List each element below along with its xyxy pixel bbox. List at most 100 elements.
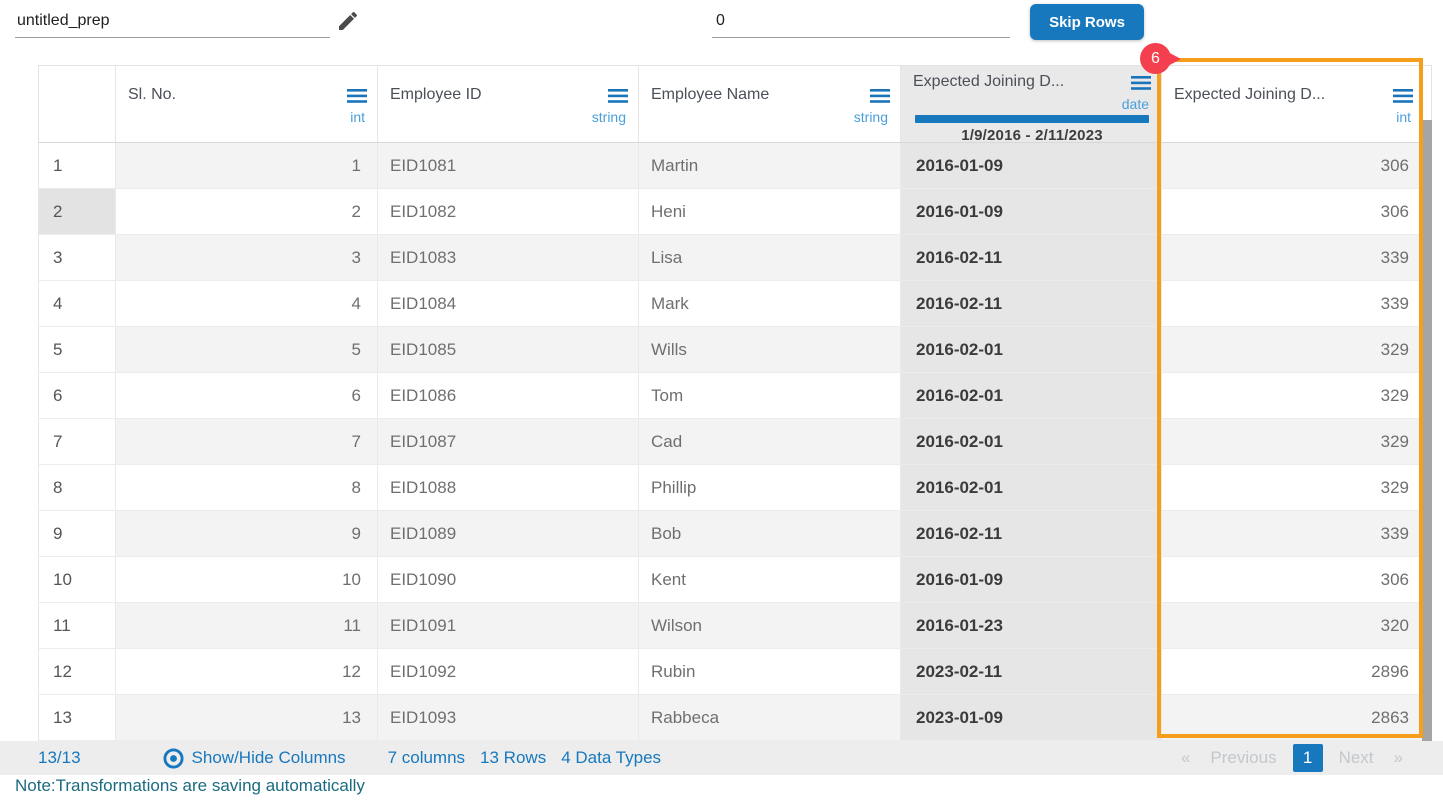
employee-id-cell: EID1092 bbox=[378, 649, 639, 695]
show-hide-columns-label: Show/Hide Columns bbox=[191, 748, 346, 767]
table-row: 4 4 EID1084 Mark 2016-02-11 339 bbox=[39, 281, 1431, 327]
edit-name-pencil-icon[interactable] bbox=[336, 9, 360, 33]
columns-count-link[interactable]: 7 columns bbox=[388, 748, 465, 768]
employee-name-cell: Wills bbox=[639, 327, 901, 373]
table-row: 5 5 EID1085 Wills 2016-02-01 329 bbox=[39, 327, 1431, 373]
column-menu-icon[interactable] bbox=[608, 89, 628, 108]
employee-name-cell: Kent bbox=[639, 557, 901, 603]
column-header-1[interactable]: Employee ID string bbox=[378, 66, 639, 142]
table-row: 7 7 EID1087 Cad 2016-02-01 329 bbox=[39, 419, 1431, 465]
column-type-label: string bbox=[591, 109, 626, 125]
row-number-cell[interactable]: 11 bbox=[39, 603, 116, 649]
joining-date-cell: 2016-02-01 bbox=[901, 419, 1162, 465]
row-number-cell[interactable]: 5 bbox=[39, 327, 116, 373]
column-title: Sl. No. bbox=[128, 86, 177, 103]
employee-id-cell: EID1085 bbox=[378, 327, 639, 373]
row-number-cell[interactable]: 8 bbox=[39, 465, 116, 511]
employee-id-cell: EID1093 bbox=[378, 695, 639, 741]
data-types-count-link[interactable]: 4 Data Types bbox=[561, 748, 661, 768]
pagination-last[interactable]: » bbox=[1394, 748, 1403, 768]
prep-name-input[interactable] bbox=[15, 4, 330, 38]
employee-name-cell: Bob bbox=[639, 511, 901, 557]
row-number-cell[interactable]: 3 bbox=[39, 235, 116, 281]
column-header-2[interactable]: Employee Name string bbox=[639, 66, 901, 142]
skip-rows-input[interactable] bbox=[712, 4, 1010, 38]
column-menu-icon[interactable] bbox=[1393, 89, 1413, 108]
row-number-cell[interactable]: 2 bbox=[39, 189, 116, 235]
column-type-label: int bbox=[350, 109, 365, 125]
vertical-scrollbar[interactable] bbox=[1422, 120, 1432, 741]
column-header-4[interactable]: Expected Joining D... int bbox=[1162, 66, 1423, 142]
column-type-label: string bbox=[853, 109, 888, 125]
employee-id-cell: EID1087 bbox=[378, 419, 639, 465]
scrollbar-thumb[interactable] bbox=[1422, 120, 1432, 741]
row-number-cell[interactable]: 1 bbox=[39, 143, 116, 189]
pagination-current-page[interactable]: 1 bbox=[1292, 744, 1323, 772]
table-row: 10 10 EID1090 Kent 2016-01-09 306 bbox=[39, 557, 1431, 603]
date-range-bar bbox=[915, 115, 1149, 123]
show-hide-columns-link[interactable]: Show/Hide Columns bbox=[163, 747, 346, 769]
sl-no-cell: 10 bbox=[116, 557, 378, 603]
joining-days-cell: 320 bbox=[1162, 603, 1423, 649]
row-number-cell[interactable]: 12 bbox=[39, 649, 116, 695]
table-header-row: Sl. No. int Employee ID string Employee … bbox=[38, 65, 1432, 144]
employee-id-cell: EID1082 bbox=[378, 189, 639, 235]
row-number-cell[interactable]: 4 bbox=[39, 281, 116, 327]
sl-no-cell: 12 bbox=[116, 649, 378, 695]
pagination-previous[interactable]: Previous bbox=[1210, 748, 1276, 768]
joining-days-cell: 339 bbox=[1162, 281, 1423, 327]
column-menu-icon[interactable] bbox=[347, 89, 367, 108]
rows-count-link[interactable]: 13 Rows bbox=[480, 748, 546, 768]
joining-date-cell: 2016-02-11 bbox=[901, 511, 1162, 557]
row-number-cell[interactable]: 13 bbox=[39, 695, 116, 741]
sl-no-cell: 13 bbox=[116, 695, 378, 741]
footer-bar: 13/13 Show/Hide Columns 7 columns 13 Row… bbox=[0, 741, 1443, 775]
employee-name-cell: Martin bbox=[639, 143, 901, 189]
joining-days-cell: 2863 bbox=[1162, 695, 1423, 741]
date-range-text: 1/9/2016 - 2/11/2023 bbox=[961, 127, 1103, 144]
employee-name-cell: Rabbeca bbox=[639, 695, 901, 741]
column-menu-icon[interactable] bbox=[870, 89, 890, 108]
table-row: 11 11 EID1091 Wilson 2016-01-23 320 bbox=[39, 603, 1431, 649]
joining-days-cell: 329 bbox=[1162, 327, 1423, 373]
row-number-cell[interactable]: 6 bbox=[39, 373, 116, 419]
employee-name-cell: Heni bbox=[639, 189, 901, 235]
table-row: 1 1 EID1081 Martin 2016-01-09 306 bbox=[39, 143, 1431, 189]
table-row: 12 12 EID1092 Rubin 2023-02-11 2896 bbox=[39, 649, 1431, 695]
joining-days-cell: 339 bbox=[1162, 235, 1423, 281]
joining-date-cell: 2023-01-09 bbox=[901, 695, 1162, 741]
employee-name-cell: Tom bbox=[639, 373, 901, 419]
joining-days-cell: 306 bbox=[1162, 189, 1423, 235]
column-menu-icon[interactable] bbox=[1131, 76, 1151, 95]
row-number-cell[interactable]: 7 bbox=[39, 419, 116, 465]
employee-id-cell: EID1086 bbox=[378, 373, 639, 419]
eye-icon bbox=[163, 747, 184, 769]
pagination-first[interactable]: « bbox=[1181, 748, 1190, 768]
joining-date-cell: 2016-02-11 bbox=[901, 281, 1162, 327]
sl-no-cell: 1 bbox=[116, 143, 378, 189]
table-row: 2 2 EID1082 Heni 2016-01-09 306 bbox=[39, 189, 1431, 235]
employee-name-cell: Rubin bbox=[639, 649, 901, 695]
employee-id-cell: EID1088 bbox=[378, 465, 639, 511]
pagination-next[interactable]: Next bbox=[1339, 748, 1374, 768]
employee-name-cell: Wilson bbox=[639, 603, 901, 649]
column-type-label: date bbox=[1121, 96, 1149, 112]
skip-rows-button[interactable]: Skip Rows bbox=[1030, 4, 1144, 40]
data-table: Sl. No. int Employee ID string Employee … bbox=[38, 43, 1432, 742]
pagination: « Previous 1 Next » bbox=[1171, 744, 1413, 772]
joining-days-cell: 329 bbox=[1162, 373, 1423, 419]
employee-name-cell: Lisa bbox=[639, 235, 901, 281]
joining-days-cell: 339 bbox=[1162, 511, 1423, 557]
employee-name-cell: Cad bbox=[639, 419, 901, 465]
joining-days-cell: 2896 bbox=[1162, 649, 1423, 695]
data-prep-app: Skip Rows Sl. No. int Employee ID bbox=[0, 0, 1443, 805]
date-range-summary: 1/9/2016 - 2/11/2023 bbox=[913, 115, 1151, 144]
column-badge-count: 6 bbox=[1140, 43, 1181, 74]
column-header-0[interactable]: Sl. No. int bbox=[116, 66, 378, 142]
joining-days-cell: 329 bbox=[1162, 465, 1423, 511]
joining-date-cell: 2016-01-23 bbox=[901, 603, 1162, 649]
row-number-cell[interactable]: 10 bbox=[39, 557, 116, 603]
column-header-3[interactable]: Expected Joining D... date 1/9/2016 - 2/… bbox=[901, 66, 1162, 144]
employee-id-cell: EID1091 bbox=[378, 603, 639, 649]
row-number-cell[interactable]: 9 bbox=[39, 511, 116, 557]
